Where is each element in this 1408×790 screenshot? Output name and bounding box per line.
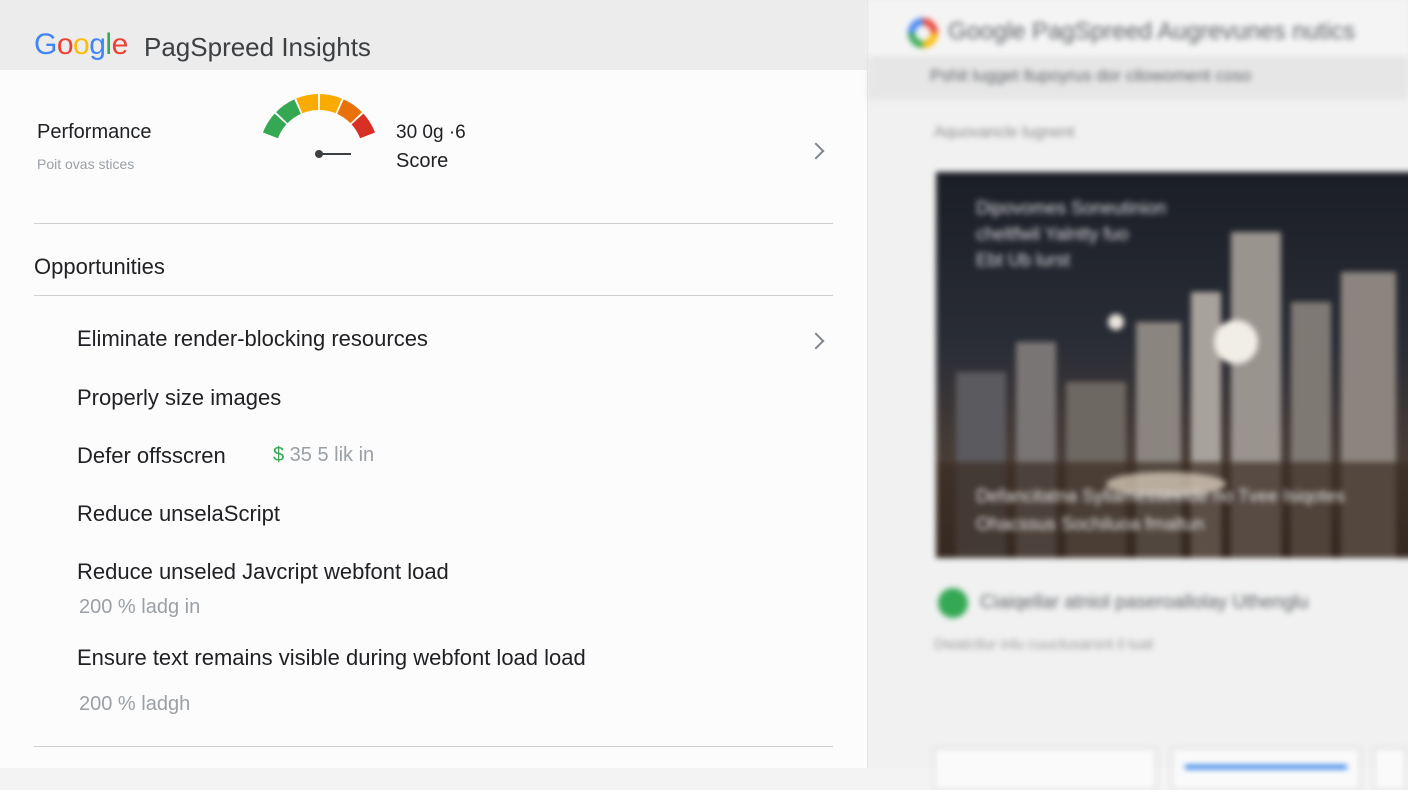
gauge-segment [296,94,319,114]
opportunity-ensure-text-visible[interactable]: Ensure text remains visible during webfo… [77,645,586,671]
logo-letter: e [111,28,129,61]
logo-letter: o [73,28,90,61]
bg-button[interactable] [934,748,1156,790]
opportunity-properly-size-images[interactable]: Properly size images [77,385,281,411]
bg-toolbar-text: Pshit lugget llupoyrus dor cilowoment co… [930,66,1252,85]
google-g-icon [908,18,938,48]
opportunity-eliminate-render-blocking[interactable]: Eliminate render-blocking resources [77,326,428,352]
main-panel: Google PagSpreed Insights Performance Po… [0,0,868,768]
logo-letter: g [89,28,106,61]
opportunity-meta: 200 % ladgh [79,693,191,715]
chevron-right-icon[interactable] [807,142,825,160]
score-label: Score [396,150,449,172]
preview-image: Dipovomes Soneutinion cheltfwil Yalntty … [936,172,1408,558]
check-icon [938,588,968,618]
gauge-segment [262,113,287,139]
opportunity-defer-offscreen[interactable]: Defer offsscren [77,443,226,469]
bg-button[interactable] [1374,748,1406,790]
gauge-segment [336,99,362,124]
performance-sublabel: Poit ovas stices [37,156,135,172]
image-caption: Ohacssus Sochiluoa fmaltun [976,514,1205,534]
gauge-hub [315,150,323,158]
bg-title: Google PagSpreed Augrevunes nutics [948,18,1355,45]
logo-letter: o [56,28,74,61]
opportunity-reduce-unused-js-webfont[interactable]: Reduce unseled Javcript webfont load [77,559,449,585]
chevron-right-icon[interactable] [807,332,825,350]
savings-text: 35 5 lik in [284,444,375,466]
bg-primary-button[interactable] [1172,748,1360,790]
google-logo: Google [34,28,128,62]
image-caption: Dipovomes Soneutinion [976,198,1167,218]
gauge-segment [351,113,376,139]
opportunity-reduce-unused-js[interactable]: Reduce unselaScript [77,501,280,527]
image-caption: cheltfwil Yalntty fuo [976,224,1129,244]
divider [34,746,833,747]
gauge-segment [276,99,302,124]
logo-letter: G [34,28,57,61]
image-caption: Ebt Ub lurst [976,250,1071,270]
bg-footer-text: Dwatctlur inlu cuuctusarsnt il tuat [934,636,1154,653]
savings-currency: $ [273,444,285,466]
header-bar: Google PagSpreed Insights [0,0,867,70]
divider [34,223,833,224]
opportunity-meta: 200 % ladg in [79,596,201,618]
gauge-segment [319,94,342,114]
bg-subtitle: Aquovancle lugnent [934,124,1075,141]
background-window: Google PagSpreed Augrevunes nutics Pshit… [868,0,1408,790]
score-value: 30 0g ·6 [396,122,466,143]
app-title: PagSpreed Insights [144,32,371,62]
image-caption: Defancitatna Syllamesseelde no Tvee Isiq… [976,486,1345,506]
opportunities-heading: Opportunities [34,254,165,279]
estimated-savings: $ 35 5 lik in [273,444,374,467]
divider [34,295,833,296]
performance-label: Performance [37,121,152,143]
score-gauge [262,94,376,158]
bg-check-text: Ciaiqellar atniol paseroallolay Uthenglu [980,592,1309,613]
